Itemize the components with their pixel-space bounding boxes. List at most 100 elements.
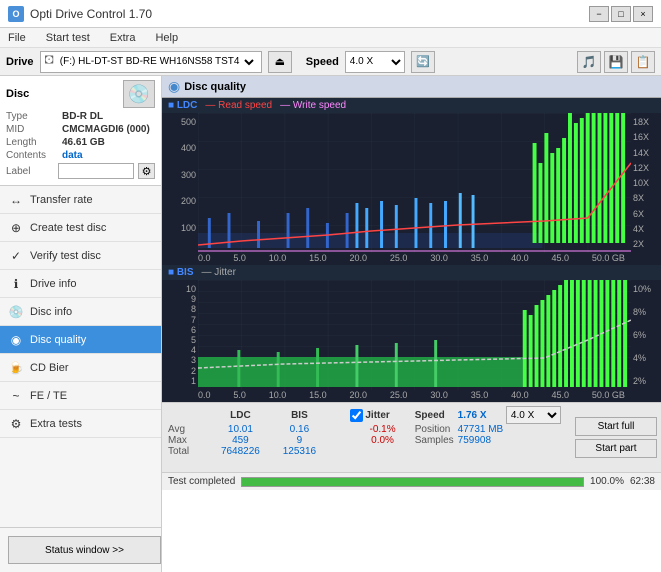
- app-title: Opti Drive Control 1.70: [30, 7, 152, 21]
- start-part-button[interactable]: Start part: [575, 439, 657, 458]
- toolbar-icon-2[interactable]: 💾: [604, 51, 628, 73]
- length-label: Length: [6, 137, 58, 148]
- upper-x-labels: 0.0 5.0 10.0 15.0 20.0 25.0 30.0 35.0 40…: [198, 253, 625, 263]
- window-controls: − □ ×: [589, 6, 653, 22]
- ldc-col-header: LDC: [211, 406, 270, 424]
- eject-button[interactable]: ⏏: [268, 51, 292, 73]
- contents-label: Contents: [6, 150, 58, 161]
- toolbar-icon-3[interactable]: 📋: [631, 51, 655, 73]
- lower-x-labels: 0.0 5.0 10.0 15.0 20.0 25.0 30.0 35.0 40…: [198, 390, 625, 400]
- nav-verify-test-disc[interactable]: ✓ Verify test disc: [0, 242, 161, 270]
- chart-title: Disc quality: [184, 81, 246, 93]
- nav-verify-test-label: Verify test disc: [30, 250, 101, 262]
- stats-area: LDC BIS Jitter Speed 1.76 X: [162, 402, 661, 472]
- nav-disc-info[interactable]: 💿 Disc info: [0, 298, 161, 326]
- legend-bis: ■ BIS: [168, 267, 194, 278]
- legend-jitter: — Jitter: [202, 267, 236, 278]
- lower-legend-row: ■ BIS — Jitter: [162, 265, 661, 280]
- speed-select-top[interactable]: 4.0 X: [345, 51, 405, 73]
- legend-write: — Write speed: [280, 100, 346, 111]
- lower-chart-svg: [198, 280, 631, 390]
- menu-file[interactable]: File: [4, 31, 30, 45]
- type-value: BD-R DL: [62, 111, 103, 122]
- close-button[interactable]: ×: [633, 6, 653, 22]
- extra-tests-icon: ⚙: [8, 416, 24, 432]
- nav-transfer-rate[interactable]: ↔ Transfer rate: [0, 186, 161, 214]
- contents-value[interactable]: data: [62, 150, 83, 161]
- nav-drive-info[interactable]: ℹ Drive info: [0, 270, 161, 298]
- mid-value: CMCMAGDI6 (000): [62, 124, 150, 135]
- menubar: File Start test Extra Help: [0, 28, 661, 48]
- upper-right-y-axis: 18X 16X 14X 12X 10X 8X 6X 4X 2X: [631, 113, 661, 253]
- drive-label: Drive: [6, 56, 34, 68]
- progress-bar-row: Test completed 100.0% 62:38: [162, 472, 661, 490]
- disc-quality-icon: ◉: [8, 332, 24, 348]
- avg-ldc: 10.01: [211, 424, 270, 435]
- progress-percent: 100.0%: [590, 476, 624, 487]
- samples-value: 759908: [458, 435, 565, 446]
- label-label: Label: [6, 166, 54, 177]
- speed-label: Speed: [306, 56, 339, 68]
- nav-cd-bier-label: CD Bier: [30, 362, 69, 374]
- label-input[interactable]: [58, 163, 134, 179]
- upper-x-axis: 0.0 5.0 10.0 15.0 20.0 25.0 30.0 35.0 40…: [162, 253, 661, 265]
- status-text: Test completed: [168, 476, 235, 487]
- jitter-checkbox[interactable]: [350, 409, 363, 422]
- chart-header: ◉ Disc quality: [162, 76, 661, 98]
- create-test-icon: ⊕: [8, 220, 24, 236]
- maximize-button[interactable]: □: [611, 6, 631, 22]
- total-ldc: 7648226: [211, 446, 270, 457]
- stats-table: LDC BIS Jitter Speed 1.76 X: [168, 406, 565, 457]
- total-label: Total: [168, 446, 211, 457]
- nav-fe-te[interactable]: ~ FE / TE: [0, 382, 161, 410]
- nav-disc-info-label: Disc info: [30, 306, 72, 318]
- sidebar: Disc 💿 Type BD-R DL MID CMCMAGDI6 (000) …: [0, 76, 162, 572]
- refresh-button[interactable]: 🔄: [411, 51, 435, 73]
- position-value: 47731 MB: [458, 424, 565, 435]
- lower-x-axis: 0.0 5.0 10.0 15.0 20.0 25.0 30.0 35.0 40…: [162, 390, 661, 402]
- nav-extra-tests[interactable]: ⚙ Extra tests: [0, 410, 161, 438]
- menu-extra[interactable]: Extra: [106, 31, 140, 45]
- total-bis: 125316: [270, 446, 329, 457]
- mid-label: MID: [6, 124, 58, 135]
- stats-table-area: LDC BIS Jitter Speed 1.76 X: [162, 403, 571, 472]
- nav-transfer-rate-label: Transfer rate: [30, 194, 93, 206]
- disc-panel: Disc 💿 Type BD-R DL MID CMCMAGDI6 (000) …: [0, 76, 161, 186]
- toolbar-icons: 🎵 💾 📋: [577, 51, 655, 73]
- transfer-rate-icon: ↔: [8, 192, 24, 208]
- speed-col-value: 1.76 X: [458, 406, 506, 424]
- disc-info-icon: 💿: [8, 304, 24, 320]
- speed-select-stats[interactable]: 4.0 X: [506, 406, 561, 424]
- status-window-button[interactable]: Status window >>: [8, 536, 161, 564]
- start-full-button[interactable]: Start full: [575, 417, 657, 436]
- upper-y-axis: 500 400 300 200 100: [162, 113, 198, 253]
- label-btn[interactable]: ⚙: [138, 163, 155, 179]
- fe-te-icon: ~: [8, 388, 24, 404]
- nav-disc-quality[interactable]: ◉ Disc quality: [0, 326, 161, 354]
- lower-chart-area: [198, 280, 631, 390]
- minimize-button[interactable]: −: [589, 6, 609, 22]
- progress-time: 62:38: [630, 476, 655, 487]
- drive-icon: 🖸: [45, 53, 54, 70]
- disc-image-btn[interactable]: 💿: [123, 80, 155, 108]
- menu-help[interactable]: Help: [151, 31, 182, 45]
- toolbar-icon-1[interactable]: 🎵: [577, 51, 601, 73]
- nav-create-test-disc[interactable]: ⊕ Create test disc: [0, 214, 161, 242]
- avg-bis: 0.16: [270, 424, 329, 435]
- drive-info-icon: ℹ: [8, 276, 24, 292]
- max-jitter: 0.0%: [350, 435, 414, 446]
- lower-chart: 10 9 8 7 6 5 4 3 2 1: [162, 280, 661, 390]
- lower-right-y-axis: 10% 8% 6% 4% 2%: [631, 280, 661, 390]
- nav-cd-bier[interactable]: 🍺 CD Bier: [0, 354, 161, 382]
- nav-fe-te-label: FE / TE: [30, 390, 67, 402]
- legend-ldc: ■ LDC: [168, 100, 197, 111]
- menu-start-test[interactable]: Start test: [42, 31, 94, 45]
- speed-col-header: Speed: [415, 406, 458, 424]
- position-label: Position: [415, 424, 458, 435]
- cd-bier-icon: 🍺: [8, 360, 24, 376]
- nav-drive-info-label: Drive info: [30, 278, 76, 290]
- length-value: 46.61 GB: [62, 137, 105, 148]
- type-label: Type: [6, 111, 58, 122]
- drive-select[interactable]: (F:) HL-DT-ST BD-RE WH16NS58 TST4: [56, 52, 257, 72]
- upper-chart: 500 400 300 200 100: [162, 113, 661, 253]
